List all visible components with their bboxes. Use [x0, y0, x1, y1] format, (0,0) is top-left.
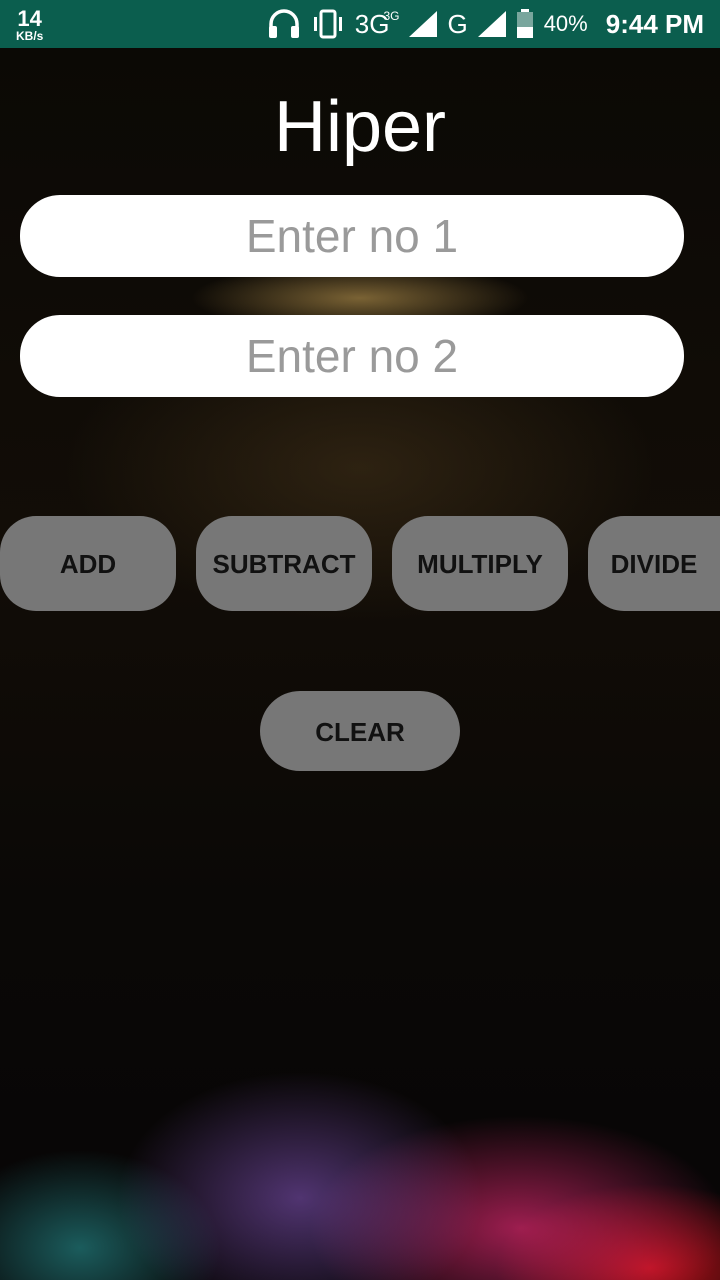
number2-input[interactable]: [20, 315, 684, 397]
headphones-icon: [267, 8, 301, 40]
subtract-button[interactable]: SUBTRACT: [196, 516, 372, 611]
battery-percent: 40%: [543, 11, 588, 36]
network-type-g: G: [447, 8, 468, 39]
divide-button[interactable]: DIVIDE: [588, 516, 720, 611]
battery-icon: [516, 9, 534, 39]
signal-icon-2: [477, 11, 506, 37]
multiply-button[interactable]: MULTIPLY: [392, 516, 568, 611]
status-bar: 14 KB/s 3G3G G 40% 9:44 PM: [0, 0, 720, 48]
network-speed: 14 KB/s: [16, 6, 44, 43]
clear-button[interactable]: CLEAR: [260, 691, 460, 771]
network-type-3g: 3G3G: [354, 8, 400, 39]
app-title: Hiper: [273, 87, 447, 167]
speed-unit: KB/s: [16, 29, 44, 43]
signal-icon: [409, 11, 438, 37]
speed-value: 14: [17, 6, 42, 31]
add-button[interactable]: ADD: [0, 516, 176, 611]
number1-input[interactable]: [20, 195, 684, 277]
vibrate-icon: [311, 9, 345, 39]
clock: 9:44 PM: [605, 8, 704, 39]
